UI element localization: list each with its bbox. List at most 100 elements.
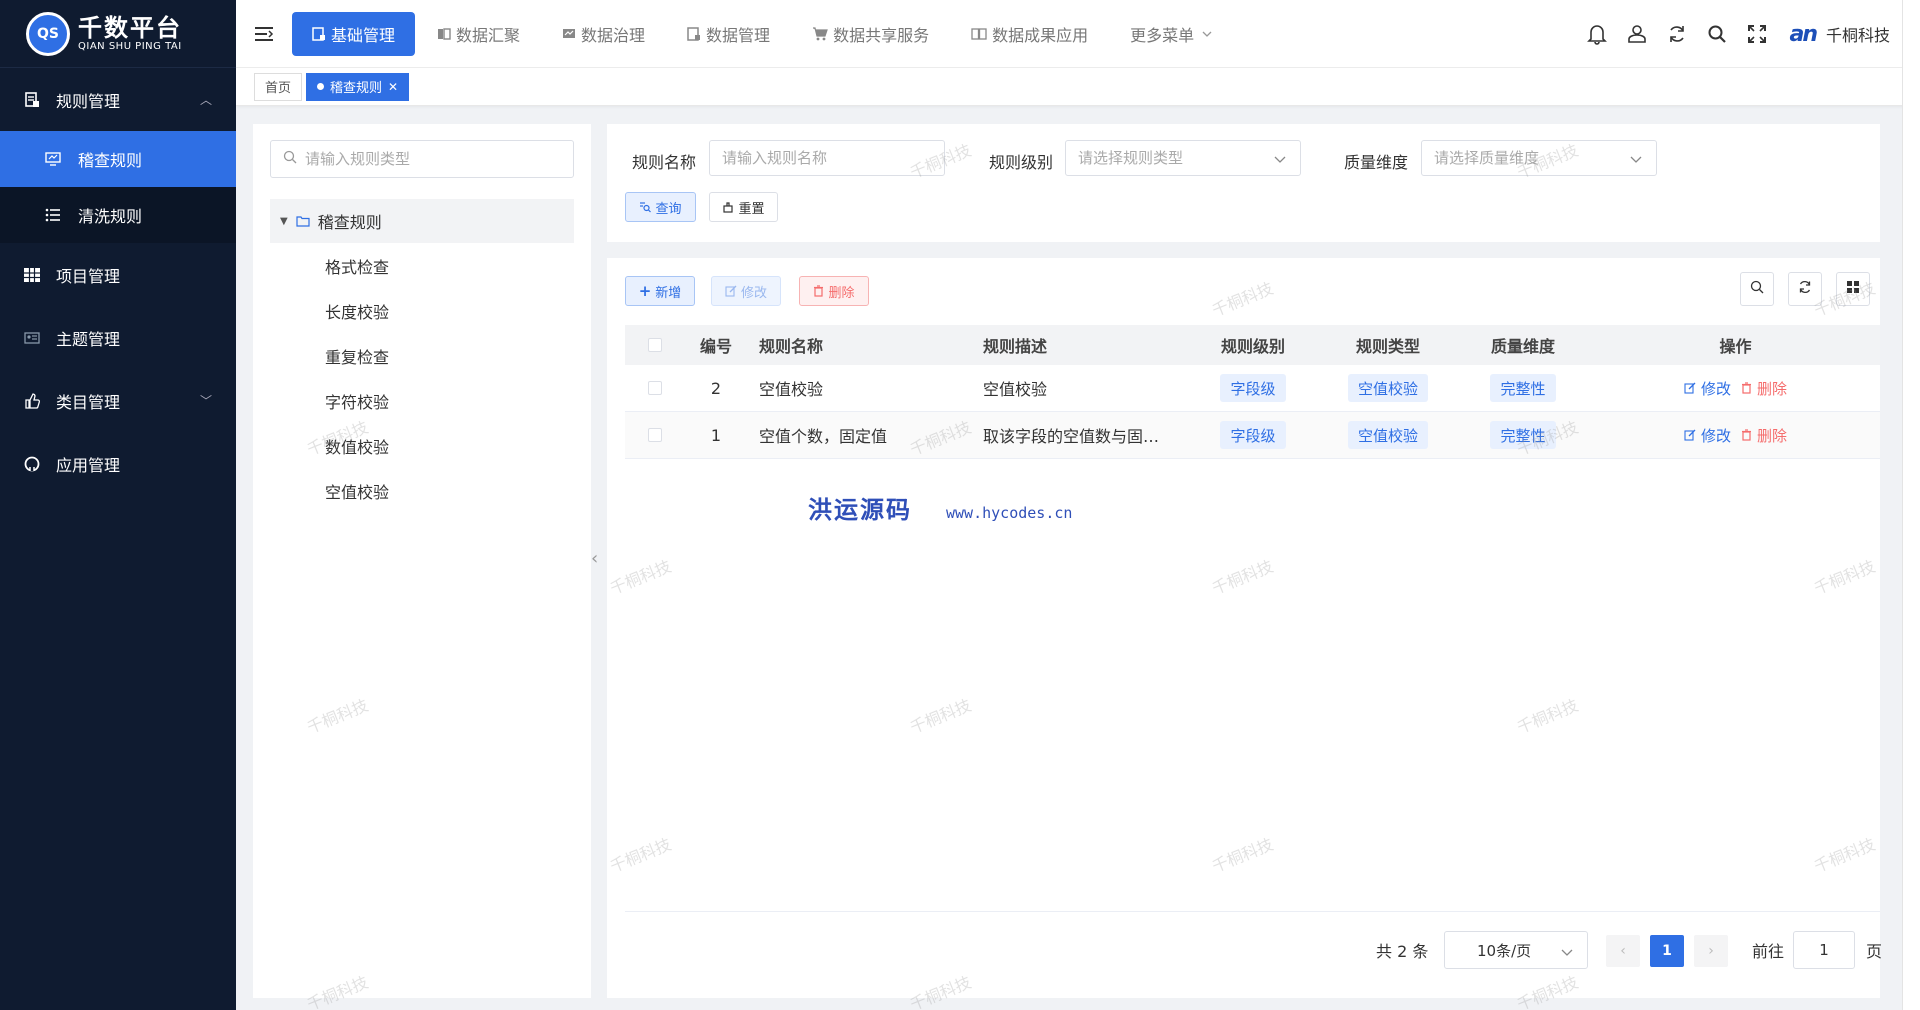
nav-tab-data-management[interactable]: 数据管理 <box>667 12 790 56</box>
query-button[interactable]: 查询 <box>625 192 696 222</box>
github-icon <box>22 456 42 472</box>
nav-tab-label: 数据共享服务 <box>833 25 930 45</box>
folder-icon <box>296 215 310 227</box>
nav-tab-label: 基础管理 <box>331 25 396 45</box>
row-delete-label: 删除 <box>1757 426 1788 445</box>
cell-desc: 空值校验 <box>983 380 1048 399</box>
nav-tab-more-menu[interactable]: 更多菜单 <box>1110 12 1232 56</box>
tree-node[interactable]: 重复检查 <box>325 346 389 370</box>
tree-node[interactable]: 空值校验 <box>325 481 389 505</box>
edit-button[interactable]: 修改 <box>711 276 781 306</box>
chevron-down-icon <box>1274 150 1286 168</box>
refresh-table-button[interactable] <box>1788 272 1822 306</box>
nav-tab-label: 数据汇聚 <box>456 25 521 45</box>
table-row: 2 空值校验 空值校验 字段级 空值校验 完整性 修改 删除 <box>625 365 1880 412</box>
caret-down-icon[interactable]: ▼ <box>280 216 288 227</box>
nav-tab-data-governance[interactable]: 数据治理 <box>542 12 665 56</box>
add-button[interactable]: + 新增 <box>625 276 695 306</box>
submenu-clean-rules[interactable]: 清洗规则 <box>0 187 236 243</box>
tree-node[interactable]: 字符校验 <box>325 391 389 415</box>
hamburger-menu-icon[interactable] <box>236 26 292 42</box>
table-panel: + 新增 修改 删除 编号 规则名称 规则描述 规则级别 规则类型 质量维度 操… <box>607 258 1880 998</box>
row-edit-label: 修改 <box>1700 379 1731 398</box>
logo-mark: QS <box>26 11 70 56</box>
rule-level-input[interactable] <box>1078 149 1300 167</box>
delete-button[interactable]: 删除 <box>799 276 869 306</box>
tree-node[interactable]: 长度校验 <box>325 301 389 325</box>
menu-rules-management[interactable]: 规则管理 ︿ <box>0 68 236 131</box>
submenu-audit-rules[interactable]: 稽查规则 <box>0 131 236 187</box>
row-edit-link[interactable]: 修改 <box>1684 425 1731 446</box>
menu-category-management[interactable]: 类目管理 ﹀ <box>0 369 236 432</box>
prev-page-button[interactable]: ‹ <box>1606 935 1640 967</box>
row-checkbox[interactable] <box>648 428 662 442</box>
type-badge: 空值校验 <box>1347 421 1428 449</box>
header-no: 编号 <box>699 337 732 356</box>
nav-tab-basic-management[interactable]: 基础管理 <box>292 11 416 56</box>
dimension-badge: 完整性 <box>1490 374 1556 402</box>
column-settings-button[interactable] <box>1836 272 1870 306</box>
row-edit-link[interactable]: 修改 <box>1684 378 1731 399</box>
page-number-button[interactable]: 1 <box>1650 935 1684 967</box>
page-size-select[interactable]: 10条/页 <box>1444 931 1588 969</box>
nav-tab-data-aggregation[interactable]: 数据汇聚 <box>417 12 540 56</box>
logo-title: 千数平台 <box>78 13 182 42</box>
tree-search-input[interactable] <box>305 150 545 168</box>
menu-project-management[interactable]: 项目管理 <box>0 243 236 306</box>
rule-name-input[interactable] <box>722 149 944 167</box>
level-badge: 字段级 <box>1220 374 1286 402</box>
nav-tab-data-sharing[interactable]: 数据共享服务 <box>792 12 949 56</box>
source-watermark: 洪运源码 www.hycodes.cn <box>808 490 1072 525</box>
header-dimension: 质量维度 <box>1490 337 1555 356</box>
search-list-icon <box>639 201 652 213</box>
fullscreen-icon[interactable] <box>1737 24 1777 44</box>
row-delete-link[interactable]: 删除 <box>1741 425 1787 446</box>
id-card-icon <box>22 331 42 344</box>
tag-current-label: 稽查规则 <box>330 81 383 96</box>
nav-tab-data-results[interactable]: 数据成果应用 <box>951 12 1108 56</box>
plus-icon: + <box>638 282 652 300</box>
tag-audit-rules[interactable]: 稽查规则 ✕ <box>306 72 410 101</box>
close-icon[interactable]: ✕ <box>388 80 398 94</box>
next-page-button[interactable]: › <box>1694 935 1728 967</box>
chevron-down-icon <box>1630 150 1642 168</box>
toggle-search-button[interactable] <box>1740 272 1774 306</box>
table-header: 编号 规则名称 规则描述 规则级别 规则类型 质量维度 操作 <box>625 325 1880 365</box>
menu-theme-management[interactable]: 主题管理 <box>0 306 236 369</box>
menu-theme-label: 主题管理 <box>56 329 121 349</box>
chevron-left-icon[interactable]: ‹ <box>591 548 598 569</box>
quality-dimension-select[interactable] <box>1421 140 1657 176</box>
refresh-icon[interactable] <box>1657 24 1697 44</box>
rule-name-field <box>709 140 945 176</box>
tree-node[interactable]: 格式检查 <box>325 256 389 280</box>
select-all-checkbox[interactable] <box>648 338 662 352</box>
bell-icon[interactable] <box>1577 23 1617 45</box>
tree-node[interactable]: 数值校验 <box>325 436 389 460</box>
goto-page-input[interactable]: 1 <box>1793 931 1855 969</box>
quality-dimension-input[interactable] <box>1434 149 1656 167</box>
edit-icon <box>1684 429 1696 441</box>
rule-level-select[interactable] <box>1065 140 1301 176</box>
search-icon <box>1750 280 1764 298</box>
user-icon[interactable] <box>1617 24 1657 44</box>
row-delete-label: 删除 <box>1757 379 1788 398</box>
rules-table: 编号 规则名称 规则描述 规则级别 规则类型 质量维度 操作 2 空值校验 空值… <box>625 325 1880 459</box>
reset-button[interactable]: 重置 <box>709 192 778 222</box>
page-size-value: 10条/页 <box>1477 941 1532 960</box>
row-checkbox[interactable] <box>648 381 662 395</box>
menu-app-management[interactable]: 应用管理 <box>0 432 236 495</box>
nav-tab-label: 数据治理 <box>581 25 646 45</box>
list-icon <box>44 208 62 222</box>
window-scrollbar[interactable] <box>1902 0 1920 1010</box>
row-delete-link[interactable]: 删除 <box>1741 378 1787 399</box>
nav-tab-label: 数据成果应用 <box>992 25 1089 45</box>
tree-node-root[interactable]: ▼ 稽查规则 <box>270 199 574 243</box>
search-icon[interactable] <box>1697 24 1737 44</box>
tag-home[interactable]: 首页 <box>254 72 303 101</box>
table-row: 1 空值个数，固定值 取该字段的空值数与固… 字段级 空值校验 完整性 修改 删… <box>625 412 1880 459</box>
header-desc: 规则描述 <box>983 337 1048 356</box>
refresh-icon <box>1798 280 1812 298</box>
edit-icon <box>725 285 737 297</box>
tag-home-label: 首页 <box>265 81 292 96</box>
header-name: 规则名称 <box>759 337 824 356</box>
